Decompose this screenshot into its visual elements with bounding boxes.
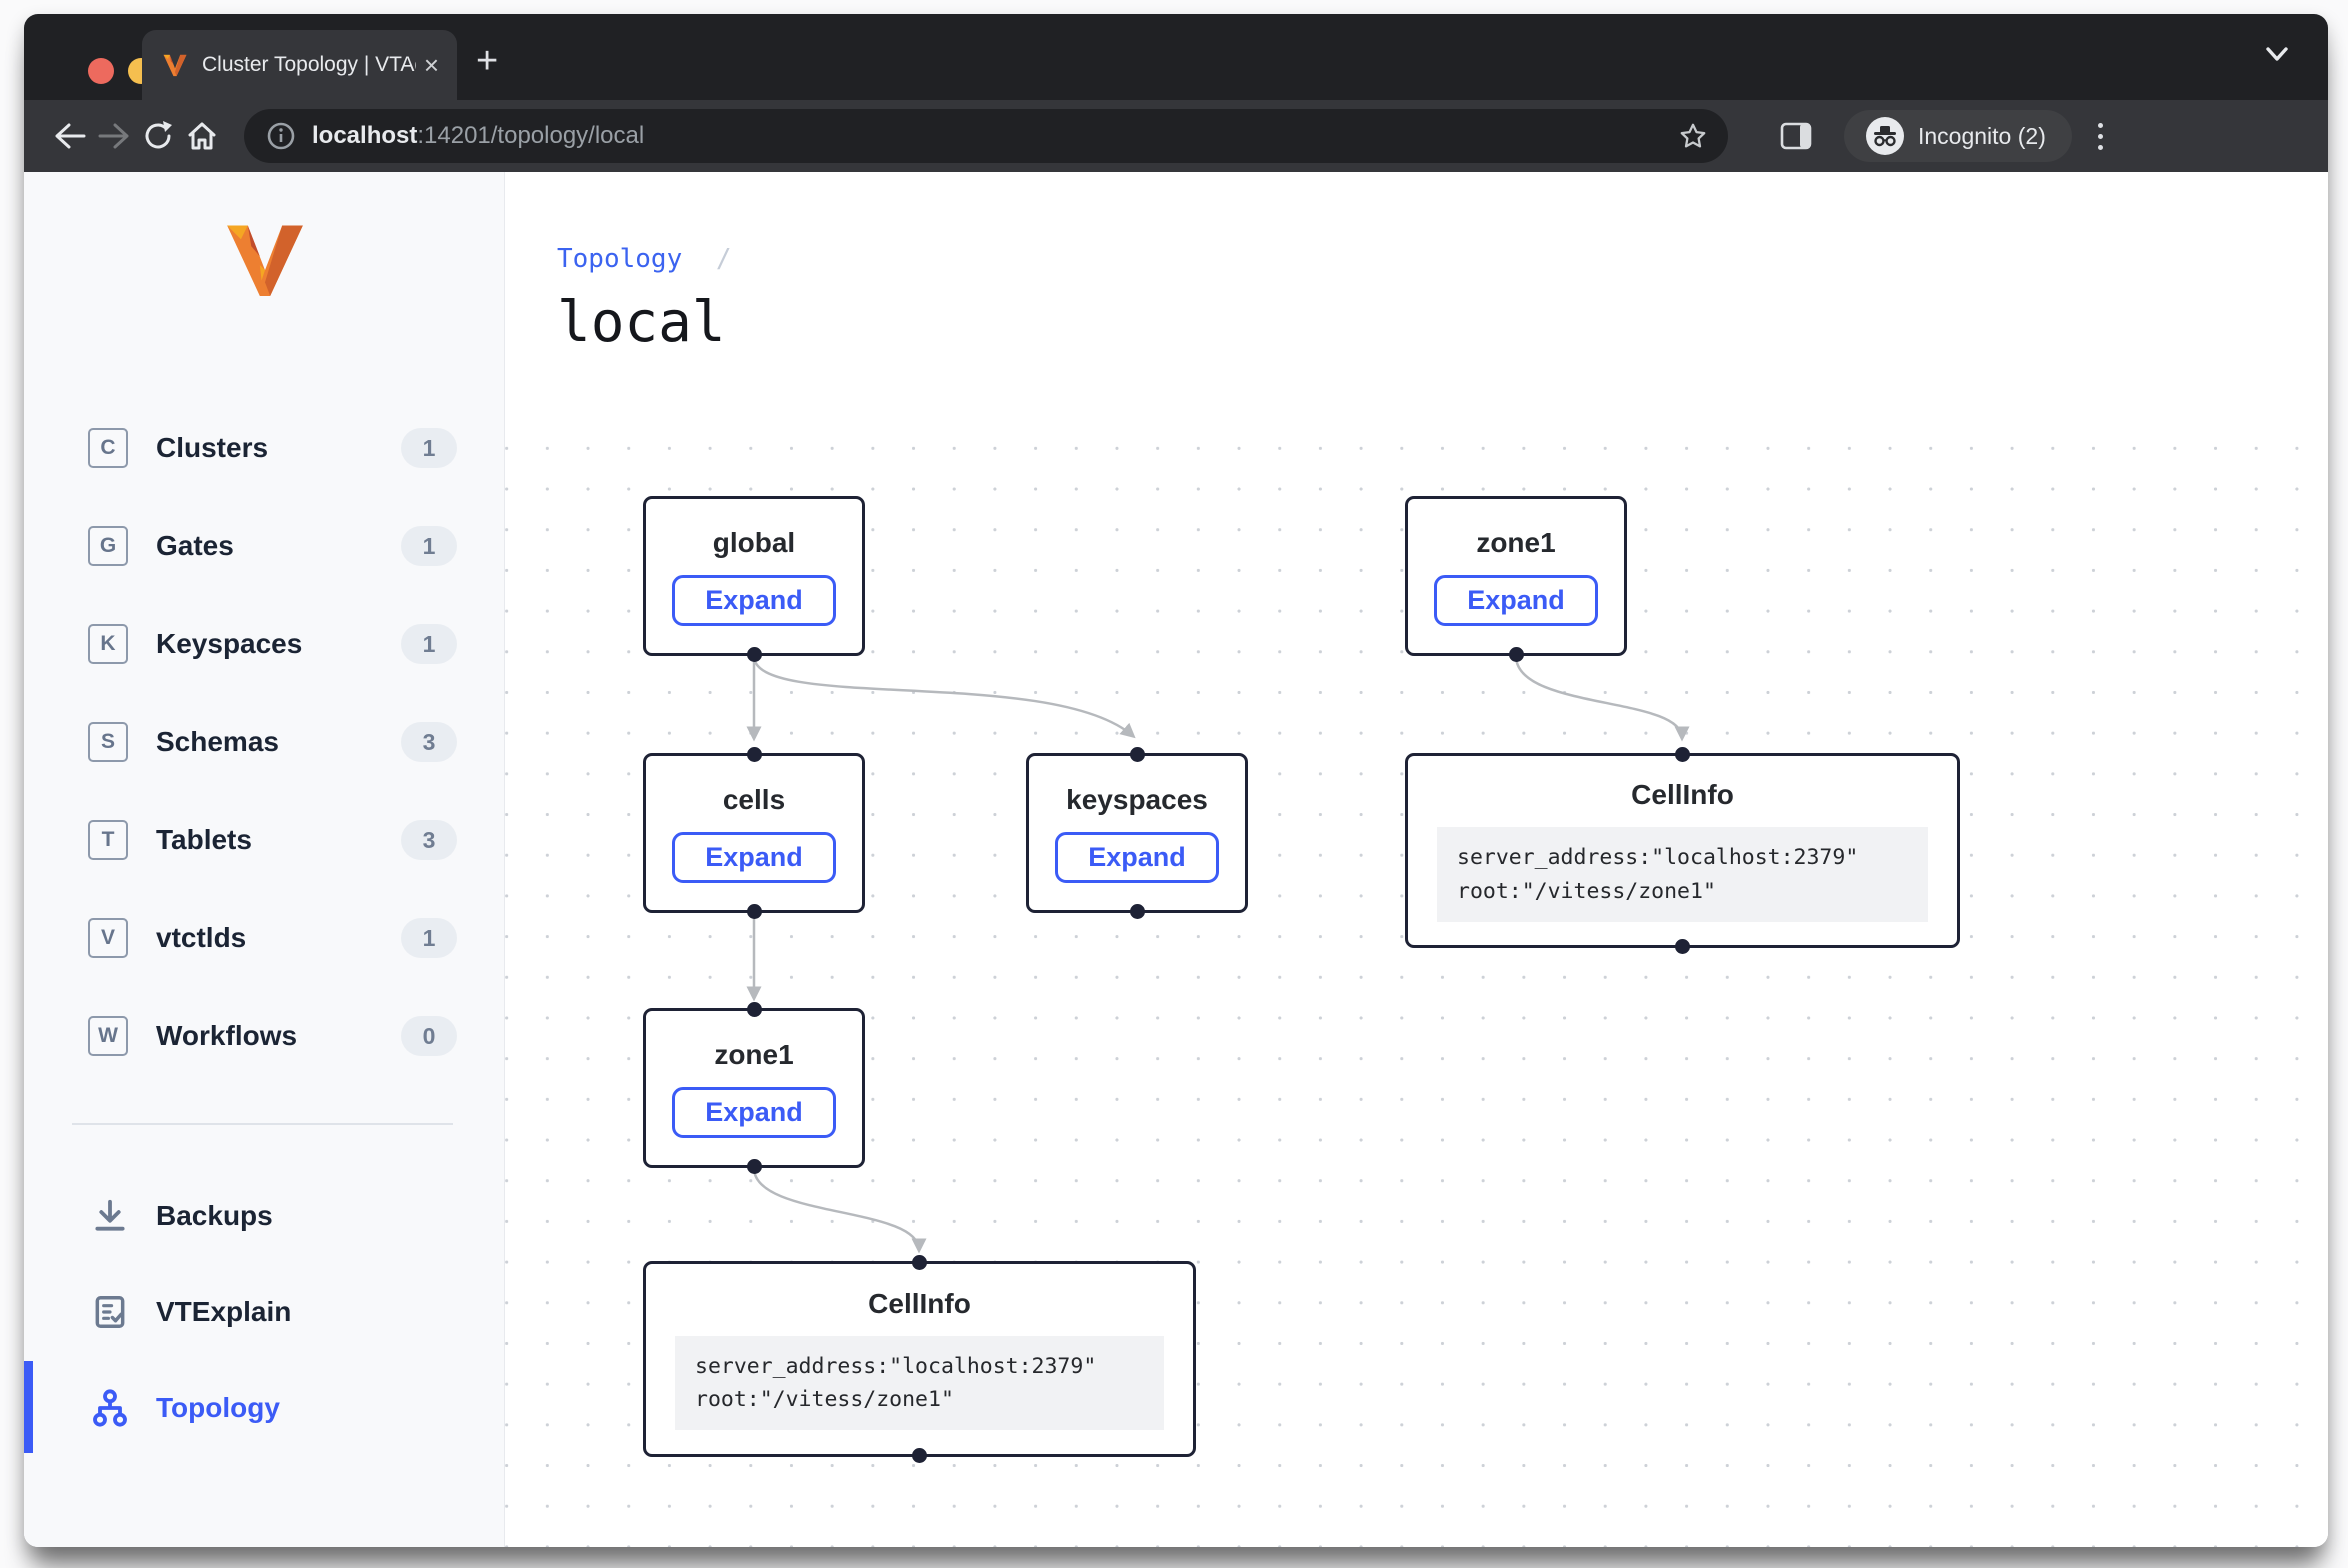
tablets-icon: T: [88, 820, 128, 860]
site-info-icon[interactable]: [266, 121, 296, 151]
forward-button[interactable]: [92, 114, 136, 158]
browser-tab[interactable]: Cluster Topology | VTAdmin ×: [142, 30, 457, 100]
edge-global-keyspaces: [754, 656, 1133, 736]
browser-toolbar: localhost:14201/topology/local: [24, 100, 2328, 172]
breadcrumb: Topology /: [557, 244, 732, 274]
expand-button-global[interactable]: Expand: [672, 575, 836, 626]
url-path: :14201/topology/local: [417, 122, 644, 149]
node-global: global Expand: [643, 496, 865, 656]
vitess-favicon: [162, 52, 188, 78]
count-badge: 1: [401, 918, 457, 958]
sidebar-item-topology[interactable]: Topology: [24, 1378, 504, 1438]
page-title: local: [557, 290, 726, 355]
primary-nav: C Clusters 1 G Gates 1 K Keyspaces 1 S S…: [24, 418, 504, 1104]
tab-close-icon[interactable]: ×: [424, 52, 439, 78]
node-keyspaces: keyspaces Expand: [1026, 753, 1248, 913]
close-window-button[interactable]: [88, 58, 114, 84]
count-badge: 3: [401, 820, 457, 860]
vtctlds-icon: V: [88, 918, 128, 958]
node-cellinfo-right: CellInfo server_address:"localhost:2379"…: [1405, 753, 1960, 948]
topology-graph: global Expand zone1 Expand cells Expand: [505, 412, 2328, 1547]
schemas-icon: S: [88, 722, 128, 762]
node-cellinfo-bottom: CellInfo server_address:"localhost:2379"…: [643, 1261, 1196, 1457]
sidebar-item-clusters[interactable]: C Clusters 1: [24, 418, 504, 478]
document-check-icon: [88, 1290, 132, 1334]
port: [1509, 647, 1524, 662]
sidebar-item-vtctlds[interactable]: V vtctlds 1: [24, 908, 504, 968]
port: [912, 1255, 927, 1270]
keyspaces-icon: K: [88, 624, 128, 664]
port: [747, 747, 762, 762]
reload-button[interactable]: [136, 114, 180, 158]
port: [1675, 939, 1690, 954]
sidebar-divider: [72, 1123, 453, 1125]
sidebar-item-schemas[interactable]: S Schemas 3: [24, 712, 504, 772]
node-cells: cells Expand: [643, 753, 865, 913]
node-zone1-lower: zone1 Expand: [643, 1008, 865, 1168]
sidebar-item-gates[interactable]: G Gates 1: [24, 516, 504, 576]
port: [1130, 747, 1145, 762]
new-tab-button[interactable]: +: [476, 40, 498, 83]
node-zone1-top: zone1 Expand: [1405, 496, 1627, 656]
port: [747, 647, 762, 662]
cellinfo-code: server_address:"localhost:2379"root:"/vi…: [1437, 827, 1928, 922]
port: [747, 1159, 762, 1174]
port: [1130, 904, 1145, 919]
expand-button-cells[interactable]: Expand: [672, 832, 836, 883]
secondary-nav: Backups VTExplain: [24, 1186, 504, 1474]
home-button[interactable]: [180, 114, 224, 158]
count-badge: 1: [401, 428, 457, 468]
count-badge: 1: [401, 624, 457, 664]
vitess-logo: [222, 216, 308, 302]
browser-window: Cluster Topology | VTAdmin × +: [24, 14, 2328, 1547]
sidebar-item-backups[interactable]: Backups: [24, 1186, 504, 1246]
browser-menu-button[interactable]: [2098, 123, 2103, 150]
address-bar[interactable]: localhost:14201/topology/local: [244, 109, 1728, 163]
url-text: localhost:14201/topology/local: [312, 122, 1678, 150]
page-content: C Clusters 1 G Gates 1 K Keyspaces 1 S S…: [24, 172, 2328, 1547]
sidebar-item-keyspaces[interactable]: K Keyspaces 1: [24, 614, 504, 674]
edge-zone1-cellinfo-bottom: [754, 1168, 919, 1250]
sidebar-item-vtexplain[interactable]: VTExplain: [24, 1282, 504, 1342]
incognito-icon: [1866, 117, 1904, 155]
topology-icon: [88, 1386, 132, 1430]
edge-zone1-cellinfo: [1516, 656, 1682, 738]
port: [912, 1448, 927, 1463]
sidebar: C Clusters 1 G Gates 1 K Keyspaces 1 S S…: [24, 172, 505, 1547]
port: [747, 904, 762, 919]
sidebar-item-tablets[interactable]: T Tablets 3: [24, 810, 504, 870]
gates-icon: G: [88, 526, 128, 566]
expand-button-zone1[interactable]: Expand: [1434, 575, 1598, 626]
count-badge: 3: [401, 722, 457, 762]
port: [1675, 747, 1690, 762]
tab-title: Cluster Topology | VTAdmin: [202, 53, 416, 77]
url-host: localhost: [312, 122, 417, 149]
side-panel-button[interactable]: [1774, 114, 1818, 158]
breadcrumb-topology-link[interactable]: Topology: [557, 244, 682, 274]
tab-strip: Cluster Topology | VTAdmin × +: [24, 14, 2328, 100]
back-button[interactable]: [48, 114, 92, 158]
bookmark-star-icon[interactable]: [1678, 121, 1708, 151]
main-panel: Topology / local: [505, 172, 2328, 1547]
expand-button-zone1-lower[interactable]: Expand: [672, 1087, 836, 1138]
download-icon: [88, 1194, 132, 1238]
breadcrumb-separator: /: [716, 244, 732, 274]
active-nav-indicator: [24, 1361, 33, 1453]
count-badge: 1: [401, 526, 457, 566]
sidebar-item-workflows[interactable]: W Workflows 0: [24, 1006, 504, 1066]
cellinfo-code: server_address:"localhost:2379"root:"/vi…: [675, 1336, 1164, 1431]
incognito-label: Incognito (2): [1918, 123, 2046, 150]
count-badge: 0: [401, 1016, 457, 1056]
workflows-icon: W: [88, 1016, 128, 1056]
expand-button-keyspaces[interactable]: Expand: [1055, 832, 1219, 883]
incognito-badge: Incognito (2): [1844, 110, 2072, 162]
port: [747, 1002, 762, 1017]
tab-search-chevron-icon[interactable]: [2262, 44, 2292, 64]
clusters-icon: C: [88, 428, 128, 468]
